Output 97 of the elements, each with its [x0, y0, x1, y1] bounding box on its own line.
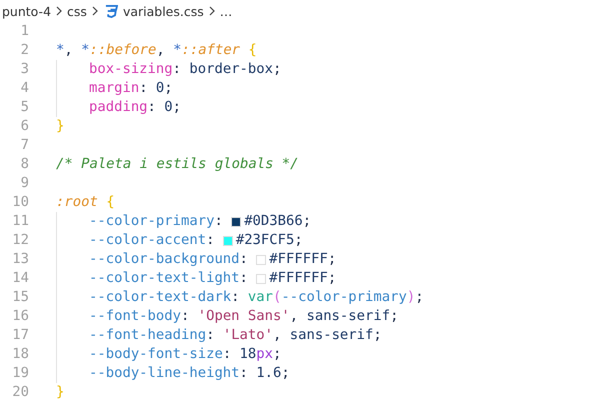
pseudo-selector-text: ::before	[89, 41, 156, 60]
custom-property-name: --body-line-height	[89, 364, 240, 383]
line-number: 7	[20, 136, 29, 155]
line-number: 19	[11, 364, 29, 383]
comment-text: /* Paleta i estils globals */	[56, 155, 299, 174]
punctuation-text: ,	[64, 41, 74, 60]
line-number: 14	[11, 269, 29, 288]
string-value: 'Open Sans'	[198, 307, 290, 326]
custom-property-name: --color-background	[89, 250, 240, 269]
chevron-icon	[208, 6, 215, 16]
punctuation-text: :	[214, 212, 224, 231]
breadcrumb-item[interactable]: css	[67, 4, 87, 18]
punctuation-text: ;	[373, 326, 382, 345]
string-value: 'Lato'	[222, 326, 274, 345]
line-number: 16	[11, 307, 29, 326]
custom-property-name: --color-text-dark	[89, 288, 232, 307]
punctuation-text: ;	[415, 288, 424, 307]
number-value: 0	[164, 98, 173, 117]
line-number: 5	[20, 98, 29, 117]
punctuation-text: :	[222, 345, 232, 364]
punctuation-text: :	[231, 288, 241, 307]
punctuation-text: ,	[156, 41, 166, 60]
punctuation-text: :	[148, 98, 157, 117]
brace-text: }	[56, 117, 64, 136]
brace-text: {	[248, 41, 257, 60]
custom-property-name: --color-primary	[89, 212, 214, 231]
line-number: 3	[20, 60, 29, 79]
function-name: var	[248, 288, 273, 307]
punctuation-text: ;	[302, 212, 312, 231]
selector-text: *	[56, 41, 64, 60]
punctuation-text: ;	[294, 231, 303, 250]
property-value: #FFFFFF	[269, 250, 328, 269]
custom-property-name: --color-primary	[281, 288, 407, 307]
property-value: border-box	[189, 60, 274, 79]
number-value: 1.6	[256, 364, 282, 383]
line-number: 17	[11, 326, 29, 345]
punctuation-text: :	[206, 326, 216, 345]
selector-text: *	[81, 41, 90, 60]
parenthesis-text: (	[273, 288, 282, 307]
selector-text: *	[173, 41, 182, 60]
custom-property-name: --color-accent	[89, 231, 206, 250]
line-number: 18	[11, 345, 29, 364]
punctuation-text: ;	[390, 307, 398, 326]
parenthesis-text: )	[406, 288, 416, 307]
property-value: sans-serif	[290, 326, 374, 345]
punctuation-text: :	[240, 364, 249, 383]
punctuation-text: ,	[273, 326, 282, 345]
chevron-icon	[92, 6, 98, 16]
punctuation-text: ;	[273, 60, 282, 79]
line-number: 8	[20, 155, 29, 174]
css-file-icon	[104, 4, 118, 18]
line-number: 10	[11, 193, 29, 212]
property-value: #23FCF5	[236, 231, 294, 250]
punctuation-text: ;	[328, 250, 336, 269]
line-number: 9	[20, 174, 29, 193]
line-number: 20	[11, 383, 29, 402]
punctuation-text: ,	[290, 307, 300, 326]
punctuation-text: :	[206, 231, 216, 250]
custom-property-name: --font-heading	[89, 326, 206, 345]
punctuation-text: :	[181, 307, 190, 326]
punctuation-text: ;	[164, 79, 173, 98]
property-value: sans-serif	[306, 307, 390, 326]
line-number: 4	[20, 79, 29, 98]
property-value: #0D3B66	[244, 212, 303, 231]
line-number: 2	[20, 41, 29, 60]
punctuation-text: ;	[328, 269, 336, 288]
punctuation-text: ;	[273, 345, 282, 364]
punctuation-text: :	[240, 269, 249, 288]
brace-text: }	[56, 383, 64, 402]
property-value: #FFFFFF	[269, 269, 328, 288]
line-number: 6	[20, 117, 29, 136]
punctuation-text: ;	[281, 364, 290, 383]
line-number: 13	[11, 250, 29, 269]
punctuation-text: :	[172, 60, 182, 79]
line-number: 11	[11, 212, 29, 231]
chevron-icon	[56, 6, 62, 16]
line-number: 15	[11, 288, 29, 307]
pseudo-selector-text: ::after	[182, 41, 240, 60]
custom-property-name: --body-font-size	[89, 345, 223, 364]
punctuation-text: ;	[172, 98, 182, 117]
breadcrumb-item[interactable]: variables.css	[122, 4, 204, 18]
punctuation-text: :	[139, 79, 149, 98]
punctuation-text: :	[240, 250, 249, 269]
brace-text: {	[106, 193, 115, 212]
number-value: 0	[156, 79, 164, 98]
breadcrumb-item[interactable]: punto-4	[2, 4, 52, 18]
more-breadcrumb[interactable]: …	[220, 4, 232, 18]
property-name: margin	[89, 79, 140, 98]
pseudo-selector-text: :root	[56, 193, 98, 212]
custom-property-name: --font-body	[89, 307, 181, 326]
number-value: 18	[240, 345, 256, 364]
custom-property-name: --color-text-light	[89, 269, 240, 288]
property-name: padding	[89, 98, 148, 117]
line-number: 1	[20, 22, 29, 41]
property-name: box-sizing	[89, 60, 173, 79]
unit-text: px	[256, 345, 274, 364]
line-number: 12	[11, 231, 29, 250]
